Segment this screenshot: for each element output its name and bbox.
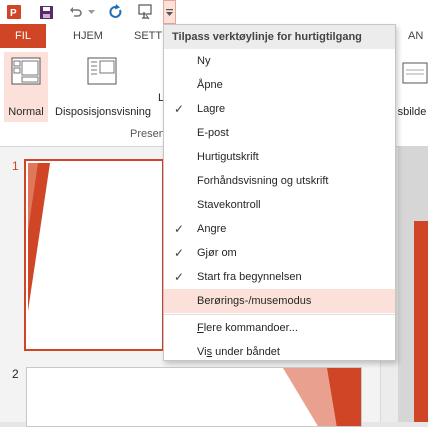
checkmark-icon: ✓ <box>174 270 185 284</box>
menu-header: Tilpass verktøylinje for hurtigtilgang <box>164 25 395 49</box>
menu-item[interactable]: Berørings-/musemodus <box>164 289 395 313</box>
undo-icon[interactable] <box>66 2 86 22</box>
menu-item-label: Hurtigutskrift <box>197 151 259 163</box>
menu-item-label: Åpne <box>197 79 223 91</box>
menu-item[interactable]: Hurtigutskrift <box>164 145 395 169</box>
slide-1-graphic <box>28 163 50 311</box>
slide-number-2: 2 <box>12 367 19 381</box>
outline-view-icon <box>87 57 117 85</box>
menu-item[interactable]: Ny <box>164 49 395 73</box>
slide-2-graphic <box>283 368 361 426</box>
slide-thumbnail-2[interactable] <box>26 367 362 427</box>
show-below-label: under båndet <box>212 346 280 358</box>
menu-item[interactable]: Forhåndsvisning og utskrift <box>164 169 395 193</box>
tab-file[interactable]: FIL <box>0 24 46 48</box>
undo-dropdown-icon[interactable] <box>86 2 96 22</box>
redo-icon[interactable] <box>106 2 126 22</box>
quick-access-toolbar: P <box>0 0 428 24</box>
editor-slide-graphic <box>414 221 428 422</box>
menu-item-label: Stavekontroll <box>197 199 261 211</box>
more-commands-label: lere kommandoer... <box>203 322 298 334</box>
customize-qat-menu: Tilpass verktøylinje for hurtigtilgang N… <box>163 24 396 361</box>
menu-item[interactable]: ✓ Lagre <box>164 97 395 121</box>
slide-view-icon <box>402 62 428 84</box>
slide-sorter-button[interactable]: sbilde <box>398 52 428 122</box>
menu-item[interactable]: ✓ Gjør om <box>164 241 395 265</box>
menu-item-label: Ny <box>197 55 211 67</box>
save-icon[interactable] <box>36 2 56 22</box>
menu-separator <box>164 314 395 315</box>
menu-item[interactable]: E-post <box>164 121 395 145</box>
slide-editor-area <box>398 147 428 422</box>
menu-item-label: Gjør om <box>197 247 237 259</box>
tab-insert[interactable]: SETT <box>134 24 162 48</box>
customize-qat-dropdown-button[interactable] <box>163 0 176 24</box>
svg-text:P: P <box>10 8 17 19</box>
menu-item-more-commands[interactable]: Flere kommandoer... <box>164 316 395 340</box>
checkmark-icon: ✓ <box>174 102 185 116</box>
menu-item-show-below-ribbon[interactable]: Vis under båndet <box>164 340 395 364</box>
menu-item[interactable]: ✓ Angre <box>164 217 395 241</box>
outline-view-button[interactable]: Disposisjonsvisning <box>52 52 154 122</box>
more-commands-mnemonic: F <box>197 322 204 334</box>
menu-item-label: Angre <box>197 223 227 235</box>
normal-view-label: Normal <box>8 106 44 118</box>
menu-item-label: Start fra begynnelsen <box>197 271 302 283</box>
slide-thumbnail-1[interactable] <box>24 159 164 351</box>
menu-item-label: Lagre <box>197 103 226 115</box>
slide-number-1: 1 <box>12 159 19 173</box>
menu-item[interactable]: ✓ Start fra begynnelsen <box>164 265 395 289</box>
tab-home[interactable]: HJEM <box>73 24 103 48</box>
menu-item[interactable]: Stavekontroll <box>164 193 395 217</box>
touch-mode-icon[interactable] <box>134 2 156 22</box>
outline-view-label: Disposisjonsvisning <box>55 106 151 118</box>
tab-animations[interactable]: AN <box>408 24 423 48</box>
menu-item-label: Berørings-/musemodus <box>197 295 312 307</box>
menu-item-label: E-post <box>197 127 229 139</box>
presentation-views-group-label: Presen <box>130 128 165 140</box>
checkmark-icon: ✓ <box>174 246 185 260</box>
powerpoint-logo-icon: P <box>4 2 24 22</box>
show-below-prefix: Vi <box>197 346 207 358</box>
checkmark-icon: ✓ <box>174 222 185 236</box>
normal-view-button[interactable]: Normal <box>4 52 48 122</box>
slide-view-label: sbilde <box>397 106 427 118</box>
menu-item[interactable]: Åpne <box>164 73 395 97</box>
normal-view-icon <box>11 57 41 85</box>
menu-item-label: Forhåndsvisning og utskrift <box>197 175 329 187</box>
